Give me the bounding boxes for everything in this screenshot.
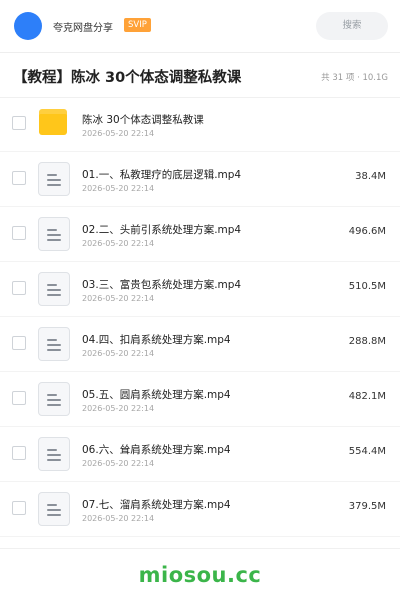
list-item[interactable]: 05.五、圆肩系统处理方案.mp4 2026-05-20 22:14 482.1…: [0, 372, 400, 427]
item-checkbox[interactable]: [12, 336, 26, 350]
video-file-icon: [38, 492, 70, 526]
item-name: 06.六、耸肩系统处理方案.mp4: [82, 444, 231, 456]
footer: miosou.cc: [0, 548, 400, 600]
video-file-icon: [38, 327, 70, 361]
list-item[interactable]: 07.七、溜肩系统处理方案.mp4 2026-05-20 22:14 379.5…: [0, 482, 400, 537]
file-list: 陈冰 30个体态调整私教课 2026-05-20 22:14 01.一、私教理疗…: [0, 97, 400, 537]
list-item[interactable]: 陈冰 30个体态调整私教课 2026-05-20 22:14: [0, 97, 400, 152]
item-checkbox[interactable]: [12, 226, 26, 240]
item-checkbox[interactable]: [12, 171, 26, 185]
item-name: 05.五、圆肩系统处理方案.mp4: [82, 389, 231, 401]
video-file-icon: [38, 272, 70, 306]
share-page: 夸克网盘分享 SVIP 搜索 【教程】陈冰 30个体态调整私教课 共 31 项 …: [0, 0, 400, 600]
item-size: 379.5M: [348, 501, 386, 512]
list-item[interactable]: 04.四、扣肩系统处理方案.mp4 2026-05-20 22:14 288.8…: [0, 317, 400, 372]
item-name: 02.二、头前引系统处理方案.mp4: [82, 224, 242, 236]
item-time: 2026-05-20 22:14: [82, 184, 155, 193]
video-file-icon: [38, 437, 70, 471]
item-time: 2026-05-20 22:14: [82, 129, 155, 138]
item-checkbox[interactable]: [12, 501, 26, 515]
search-input[interactable]: 搜索: [316, 12, 388, 40]
item-size: 288.8M: [348, 336, 386, 347]
item-time: 2026-05-20 22:14: [82, 294, 155, 303]
item-name: 07.七、溜肩系统处理方案.mp4: [82, 499, 231, 511]
item-name: 01.一、私教理疗的底层逻辑.mp4: [82, 169, 242, 181]
item-checkbox[interactable]: [12, 391, 26, 405]
item-time: 2026-05-20 22:14: [82, 514, 155, 523]
share-summary: 共 31 项 · 10.1G: [321, 73, 388, 83]
item-time: 2026-05-20 22:14: [82, 459, 155, 468]
list-item[interactable]: 03.三、富贵包系统处理方案.mp4 2026-05-20 22:14 510.…: [0, 262, 400, 317]
item-checkbox[interactable]: [12, 281, 26, 295]
page-title: 【教程】陈冰 30个体态调整私教课: [13, 70, 242, 86]
item-checkbox[interactable]: [12, 446, 26, 460]
item-size: 482.1M: [348, 391, 386, 402]
list-item[interactable]: 06.六、耸肩系统处理方案.mp4 2026-05-20 22:14 554.4…: [0, 427, 400, 482]
share-title-row: 【教程】陈冰 30个体态调整私教课 共 31 项 · 10.1G: [0, 53, 400, 98]
video-file-icon: [38, 162, 70, 196]
item-time: 2026-05-20 22:14: [82, 349, 155, 358]
item-checkbox[interactable]: [12, 116, 26, 130]
svip-badge: SVIP: [124, 18, 151, 32]
avatar[interactable]: [14, 12, 42, 40]
share-owner-name: 夸克网盘分享: [53, 23, 113, 34]
item-size: 510.5M: [348, 281, 386, 292]
site-watermark: miosou.cc: [138, 563, 262, 587]
list-item[interactable]: 01.一、私教理疗的底层逻辑.mp4 2026-05-20 22:14 38.4…: [0, 152, 400, 207]
item-size: 554.4M: [348, 446, 386, 457]
item-name: 陈冰 30个体态调整私教课: [82, 114, 204, 126]
item-size: 38.4M: [355, 171, 386, 182]
folder-icon: [38, 107, 70, 141]
item-time: 2026-05-20 22:14: [82, 404, 155, 413]
item-name: 04.四、扣肩系统处理方案.mp4: [82, 334, 231, 346]
item-name: 03.三、富贵包系统处理方案.mp4: [82, 279, 242, 291]
item-time: 2026-05-20 22:14: [82, 239, 155, 248]
video-file-icon: [38, 217, 70, 251]
video-file-icon: [38, 382, 70, 416]
list-item[interactable]: 02.二、头前引系统处理方案.mp4 2026-05-20 22:14 496.…: [0, 207, 400, 262]
item-size: 496.6M: [348, 226, 386, 237]
top-bar: 夸克网盘分享 SVIP 搜索: [0, 0, 400, 53]
